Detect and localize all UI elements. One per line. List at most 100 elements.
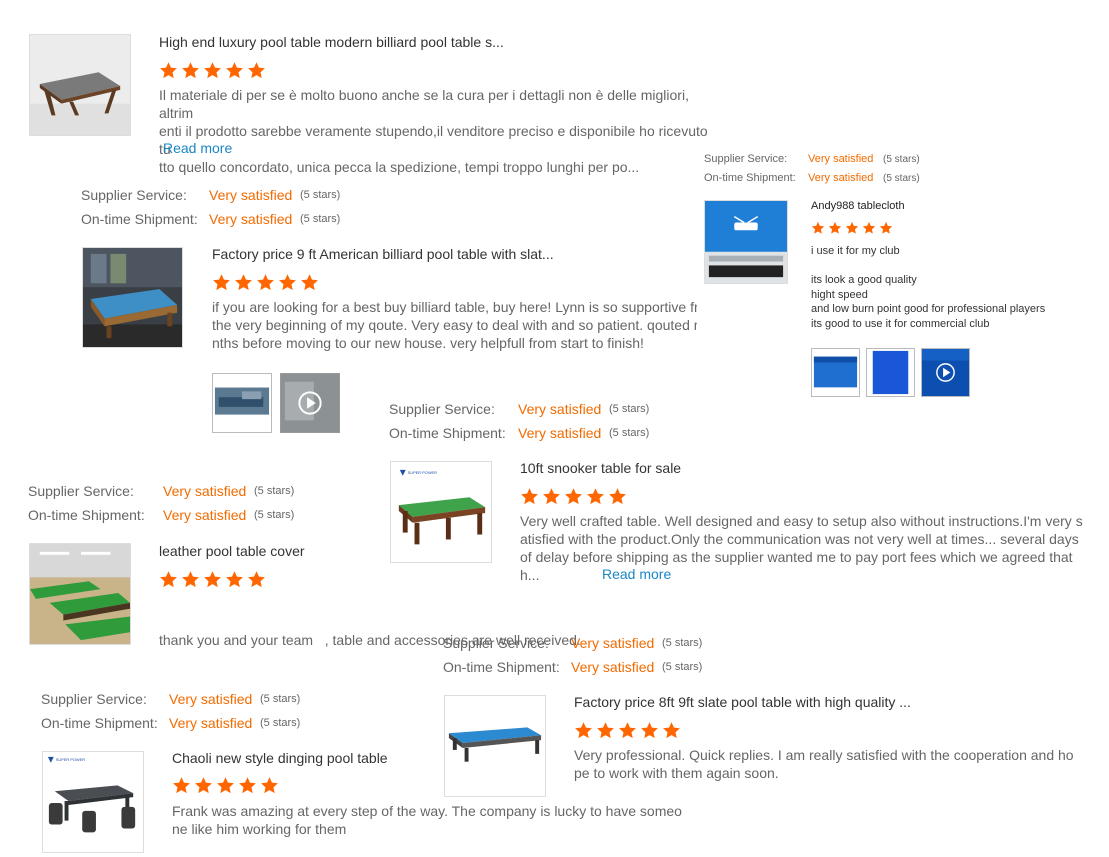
star-icon: [663, 722, 680, 739]
supplier-ratings: Supplier Service: Very satisfied (5 star…: [81, 187, 381, 231]
product-title[interactable]: High end luxury pool table modern billia…: [159, 34, 504, 50]
supplier-service-label: Supplier Service:: [28, 483, 134, 499]
on-time-shipment-stars: (5 stars): [609, 427, 650, 439]
star-icon: [226, 571, 243, 588]
star-icon: [226, 62, 243, 79]
product-image[interactable]: SUPER POWER: [42, 751, 144, 853]
read-more-link[interactable]: Read more: [163, 140, 232, 156]
on-time-shipment-label: On-time Shipment:: [41, 715, 158, 731]
supplier-ratings: Supplier Service: Very satisfied (5 star…: [704, 153, 944, 189]
review-text: Il materiale di per se è molto buono anc…: [159, 86, 719, 176]
supplier-service-value: Very satisfied: [169, 691, 253, 707]
review-text-line: nths before moving to our new house. ver…: [212, 335, 644, 351]
star-icon: [521, 488, 538, 505]
product-title[interactable]: leather pool table cover: [159, 543, 305, 559]
supplier-service-stars: (5 stars): [883, 154, 920, 165]
product-title[interactable]: Factory price 9 ft American billiard poo…: [212, 246, 554, 262]
on-time-shipment-value: Very satisfied: [571, 659, 655, 675]
star-rating: [172, 776, 279, 795]
star-rating: [520, 487, 627, 506]
supplier-service-value: Very satisfied: [808, 153, 874, 165]
on-time-shipment-value: Very satisfied: [808, 172, 874, 184]
star-icon: [811, 221, 825, 234]
star-icon: [862, 221, 876, 234]
star-icon: [261, 777, 278, 794]
supplier-service-value: Very satisfied: [209, 187, 293, 203]
review-text-line: and low burn point good for professional…: [811, 303, 1046, 315]
supplier-service-label: Supplier Service:: [704, 153, 788, 165]
product-title[interactable]: Factory price 8ft 9ft slate pool table w…: [574, 694, 911, 710]
star-rating: [574, 721, 681, 740]
review-video-thumbnail[interactable]: [280, 373, 340, 433]
supplier-service-stars: (5 stars): [662, 637, 703, 649]
review-text-line: [811, 259, 1091, 274]
read-more-link[interactable]: Read more: [602, 566, 671, 582]
review-photo-thumbnail[interactable]: [212, 373, 272, 433]
on-time-shipment-stars: (5 stars): [883, 173, 920, 184]
star-rating: [811, 221, 893, 235]
star-icon: [845, 221, 859, 234]
star-icon: [182, 62, 199, 79]
supplier-service-stars: (5 stars): [609, 403, 650, 415]
product-image[interactable]: SUPER POWER: [390, 461, 492, 563]
review-text: Very professional. Quick replies. I am r…: [574, 746, 1094, 782]
product-title[interactable]: Andy988 tablecloth: [811, 200, 905, 212]
on-time-shipment-value: Very satisfied: [163, 507, 247, 523]
star-icon: [609, 488, 626, 505]
star-icon: [204, 62, 221, 79]
star-icon: [217, 777, 234, 794]
supplier-ratings: Supplier Service: Very satisfied (5 star…: [389, 401, 689, 445]
star-rating: [159, 570, 266, 589]
star-icon: [160, 62, 177, 79]
on-time-shipment-value: Very satisfied: [209, 211, 293, 227]
on-time-shipment-stars: (5 stars): [662, 661, 703, 673]
review-text-line: Frank was amazing at every step of the w…: [172, 803, 682, 819]
star-icon: [279, 274, 296, 291]
supplier-ratings: Supplier Service: Very satisfied (5 star…: [443, 635, 743, 679]
review-text-line: pe to work with them again soon.: [574, 765, 779, 781]
star-icon: [257, 274, 274, 291]
review-text-line: i use it for my club: [811, 245, 900, 257]
product-image[interactable]: [704, 200, 788, 284]
review-text-line: if you are looking for a best buy billia…: [212, 299, 697, 315]
product-image[interactable]: [29, 543, 131, 645]
review-text-line: enti il prodotto sarebbe veramente stupe…: [159, 123, 708, 157]
star-icon: [543, 488, 560, 505]
on-time-shipment-label: On-time Shipment:: [81, 211, 198, 227]
on-time-shipment-label: On-time Shipment:: [389, 425, 506, 441]
review-text: if you are looking for a best buy billia…: [212, 298, 697, 352]
supplier-service-label: Supplier Service:: [81, 187, 187, 203]
on-time-shipment-label: On-time Shipment:: [443, 659, 560, 675]
review-text: i use it for my club its look a good qua…: [811, 244, 1091, 331]
review-photo-thumbnail[interactable]: [866, 348, 915, 397]
product-title[interactable]: 10ft snooker table for sale: [520, 460, 681, 476]
supplier-service-value: Very satisfied: [518, 401, 602, 417]
product-image[interactable]: [444, 695, 546, 797]
product-image[interactable]: [29, 34, 131, 136]
supplier-ratings: Supplier Service: Very satisfied (5 star…: [41, 691, 341, 735]
star-rating: [212, 273, 319, 292]
on-time-shipment-value: Very satisfied: [169, 715, 253, 731]
review-text-line: ne like him working for them: [172, 821, 347, 837]
star-icon: [565, 488, 582, 505]
review-photo-thumbnail[interactable]: [811, 348, 860, 397]
supplier-service-value: Very satisfied: [163, 483, 247, 499]
review-text-line: its good to use it for commercial club: [811, 317, 990, 330]
on-time-shipment-stars: (5 stars): [254, 509, 295, 521]
supplier-service-stars: (5 stars): [254, 485, 295, 497]
product-title[interactable]: Chaoli new style dinging pool table: [172, 750, 388, 766]
review-video-thumbnail[interactable]: [921, 348, 970, 397]
supplier-service-label: Supplier Service:: [443, 635, 549, 651]
star-icon: [619, 722, 636, 739]
star-icon: [239, 777, 256, 794]
star-icon: [248, 571, 265, 588]
review-text-line: hight speed: [811, 288, 868, 301]
review-text-line: Very well crafted table. Well designed a…: [520, 513, 1083, 529]
review-text-line: of delay before shipping as the supplier…: [520, 549, 1073, 565]
review-text-line: Very professional. Quick replies. I am r…: [574, 747, 1074, 763]
review-text-line: its look a good quality: [811, 274, 917, 286]
on-time-shipment-label: On-time Shipment:: [28, 507, 145, 523]
star-icon: [182, 571, 199, 588]
product-image[interactable]: [82, 247, 183, 348]
star-icon: [587, 488, 604, 505]
